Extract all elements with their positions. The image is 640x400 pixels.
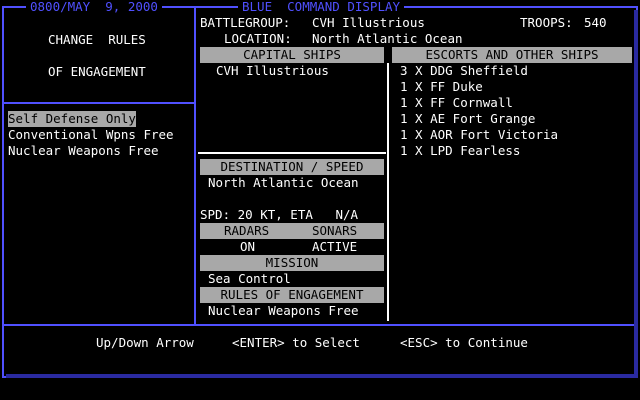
battlegroup-label: BATTLEGROUP: <box>200 15 291 30</box>
roe-option-self-defense[interactable]: Self Defense Only <box>8 111 136 127</box>
roe-value: Nuclear Weapons Free <box>208 303 359 318</box>
header-title: BLUE COMMAND DISPLAY <box>238 0 405 15</box>
footer-enter-hint[interactable]: <ENTER> to Select <box>232 335 360 351</box>
capital-ships-divider <box>198 152 386 154</box>
outer-frame-shadow-bottom <box>6 374 638 378</box>
sonars-value: ACTIVE <box>312 239 358 254</box>
escort-item: 1 X FF Duke <box>400 79 483 94</box>
troops-value: 540 <box>584 15 607 30</box>
main-vertical-divider <box>194 8 196 326</box>
escort-item: 1 X FF Cornwall <box>400 95 513 110</box>
troops-label: TROOPS: <box>520 15 573 30</box>
left-panel-divider <box>4 102 194 104</box>
sonars-header: SONARS <box>312 223 358 238</box>
escort-item: 1 X AOR Fort Victoria <box>400 127 559 142</box>
escort-item: 1 X AE Fort Grange <box>400 111 536 126</box>
battlegroup-name: CVH Illustrious <box>312 15 425 30</box>
footer-nav-hint: Up/Down Arrow <box>96 335 194 350</box>
destination-value: North Atlantic Ocean <box>208 175 359 190</box>
footer-divider <box>4 324 634 326</box>
header-date: 0800/MAY 9, 2000 <box>26 0 162 15</box>
speed-eta-line: SPD: 20 KT, ETA N/A <box>200 207 359 222</box>
radars-value: ON <box>240 239 256 254</box>
radars-header: RADARS <box>224 223 270 238</box>
capital-ships-header: CAPITAL SHIPS <box>200 47 384 63</box>
escort-item: 3 X DDG Sheffield <box>400 63 528 78</box>
left-heading-line1: CHANGE RULES <box>48 32 146 47</box>
mission-header: MISSION <box>200 255 384 271</box>
outer-frame-shadow <box>634 10 638 378</box>
roe-header: RULES OF ENGAGEMENT <box>200 287 384 303</box>
mission-value: Sea Control <box>208 271 291 286</box>
roe-option-conventional[interactable]: Conventional Wpns Free <box>8 127 174 143</box>
location-value: North Atlantic Ocean <box>312 31 463 46</box>
left-heading-line2: OF ENGAGEMENT <box>48 64 146 79</box>
escort-item: 1 X LPD Fearless <box>400 143 521 158</box>
capital-ship-item: CVH Illustrious <box>216 63 329 78</box>
roe-option-nuclear[interactable]: Nuclear Weapons Free <box>8 143 159 159</box>
footer-esc-hint[interactable]: <ESC> to Continue <box>400 335 528 351</box>
location-label: LOCATION: <box>224 31 292 46</box>
escorts-header: ESCORTS AND OTHER SHIPS <box>392 47 632 63</box>
ships-vertical-divider <box>387 63 389 321</box>
destination-header: DESTINATION / SPEED <box>200 159 384 175</box>
